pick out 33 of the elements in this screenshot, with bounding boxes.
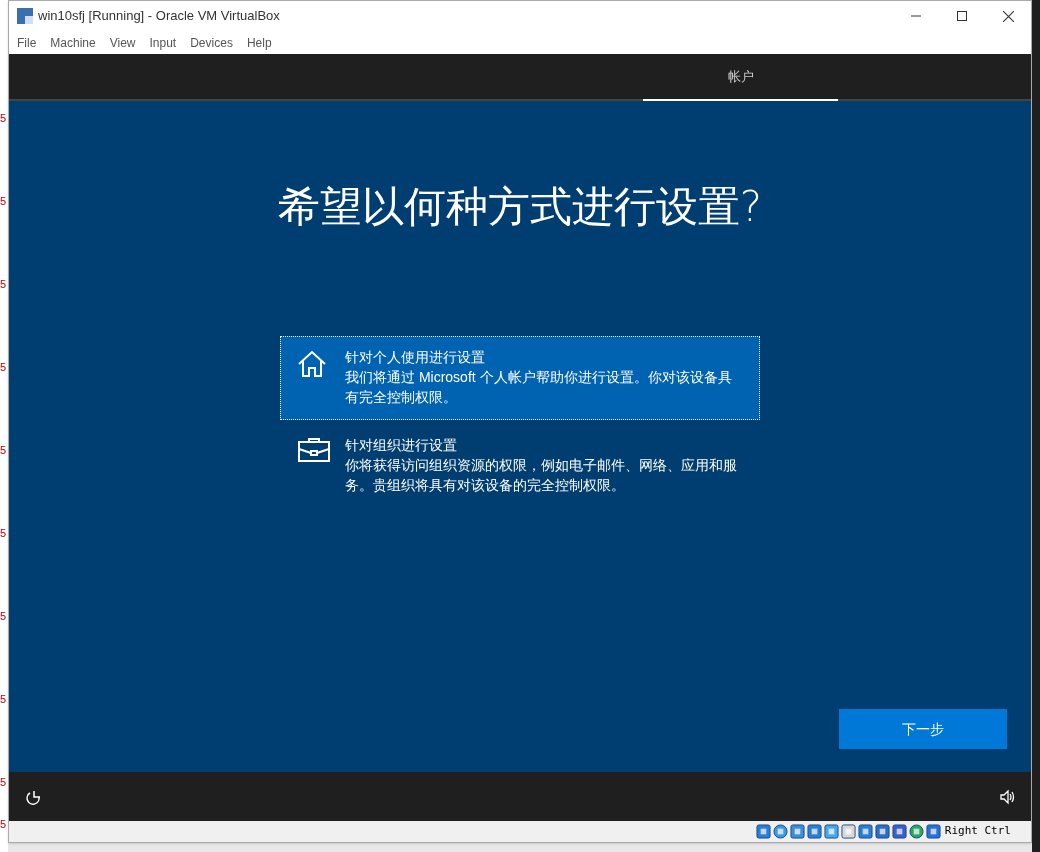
step-tab[interactable]: 帐户 (643, 54, 838, 101)
speaker-icon[interactable] (999, 788, 1015, 805)
menu-item[interactable]: Help (240, 33, 278, 52)
edge-mark: 5 (0, 610, 8, 623)
menu-item[interactable]: Input (143, 33, 183, 52)
option-description: 你将获得访问组织资源的权限，例如电子邮件、网络、应用和服务。贵组织将具有对该设备的完全控制权限。 (345, 456, 738, 495)
close-icon (1002, 10, 1014, 22)
edge-mark: 5 (0, 361, 8, 374)
briefcase-icon (297, 437, 331, 463)
option-title: 针对组织进行设置 (345, 436, 458, 455)
window-title: win10sfj [Running] - Oracle VM VirtualBox (38, 7, 280, 26)
setup-option[interactable]: 针对个人使用进行设置 我们将通过 Microsoft 个人帐户帮助你进行设置。你对该设备具有完全控制权限。 (280, 336, 760, 420)
edge-mark: 5 (0, 693, 8, 706)
setup-option[interactable]: 针对组织进行设置 你将获得访问组织资源的权限，例如电子邮件、网络、应用和服务。贵组织将具有对该设备的完全控制权限。 (280, 424, 760, 508)
maximize-icon (957, 11, 967, 21)
edge-mark: 5 (0, 776, 8, 789)
setup-heading: 希望以何种方式进行设置? (277, 181, 763, 233)
edge-mark: 5 (0, 278, 8, 291)
edge-mark: 5 (0, 444, 8, 457)
menu-item[interactable]: Devices (184, 33, 239, 52)
edge-mark: 5 (0, 527, 8, 540)
host-key-label: Right Ctrl (944, 823, 1011, 840)
edge-mark: 5 (0, 818, 8, 831)
option-description: 我们将通过 Microsoft 个人帐户帮助你进行设置。你对该设备具有完全控制权限。 (345, 368, 733, 407)
menu-item[interactable]: View (103, 33, 142, 52)
next-button[interactable]: 下一步 (839, 709, 1007, 749)
menu-item[interactable]: Machine (44, 33, 102, 52)
menu-item[interactable]: File (11, 33, 43, 52)
house-icon (297, 349, 327, 379)
edge-mark: 5 (0, 112, 8, 125)
app-icon (17, 8, 33, 24)
edge-mark: 5 (0, 195, 8, 208)
option-title: 针对个人使用进行设置 (345, 348, 486, 367)
